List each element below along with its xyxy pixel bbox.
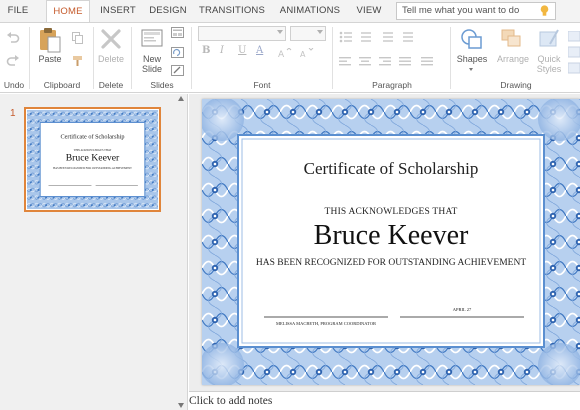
scroll-down-icon[interactable] — [178, 403, 184, 408]
italic-button[interactable]: I — [220, 45, 224, 56]
tab-animations[interactable]: ANIMATIONS — [275, 0, 345, 22]
paragraph-controls-icon[interactable] — [339, 31, 447, 73]
lightbulb-icon — [540, 5, 549, 16]
shapes-icon[interactable] — [460, 28, 484, 50]
notes-pane[interactable]: Click to add notes — [189, 391, 580, 410]
certificate-border-thumbnail: Certificate of Scholarship THIS ACKNOWLE… — [27, 110, 158, 209]
arrange-icon[interactable] — [500, 28, 524, 50]
arrange-label: Arrange — [496, 54, 530, 64]
tab-design[interactable]: DESIGN — [145, 0, 191, 22]
ribbon-separator — [191, 27, 192, 89]
quick-styles-label-2: Styles — [536, 64, 562, 74]
bold-button[interactable]: B — [202, 45, 210, 56]
ribbon-separator — [131, 27, 132, 89]
undo-group-label: Undo — [3, 80, 25, 90]
underline-button[interactable]: U — [238, 45, 246, 56]
font-color-button[interactable]: A — [256, 45, 263, 56]
ribbon-separator — [29, 27, 30, 89]
undo-icon[interactable] — [6, 32, 20, 44]
copy-icon[interactable] — [72, 32, 83, 44]
tab-file[interactable]: FILE — [0, 0, 36, 22]
tab-view[interactable]: VIEW — [352, 0, 386, 22]
drawing-group-label: Drawing — [500, 80, 532, 90]
recognition-text: HAS BEEN RECOGNIZED FOR OUTSTANDING ACHI… — [255, 258, 527, 268]
tab-insert[interactable]: INSERT — [94, 0, 142, 22]
font-family-select[interactable] — [198, 26, 286, 41]
chevron-down-icon — [317, 30, 323, 34]
date-text: APRIL 27 — [452, 307, 472, 312]
format-painter-icon[interactable] — [72, 55, 84, 67]
decrease-font-icon[interactable]: A — [300, 48, 314, 58]
svg-text:A: A — [300, 50, 306, 58]
paragraph-group-label: Paragraph — [372, 80, 412, 90]
delete-group-label: Delete — [98, 80, 124, 90]
ribbon-separator — [332, 27, 333, 89]
font-group-label: Font — [253, 80, 271, 90]
reset-slide-icon[interactable] — [171, 47, 184, 58]
delete-icon[interactable] — [100, 28, 122, 50]
certificate-title: Certificate of Scholarship — [303, 159, 479, 178]
new-slide-label-2: Slide — [141, 64, 162, 74]
clipboard-group-label: Clipboard — [43, 80, 81, 90]
shape-format-icons[interactable] — [568, 31, 580, 81]
thumbnail-scrollbar[interactable] — [176, 94, 187, 410]
delete-button-label: Delete — [97, 54, 124, 64]
ribbon-home: Undo Paste Clipboard Delete Delete New S… — [0, 22, 580, 93]
paste-label: Paste — [38, 54, 62, 64]
thumb-title: Certificate of Scholarship — [61, 133, 125, 140]
signer-text: MELISSA MACBETH, PROGRAM COORDINATOR — [276, 321, 376, 326]
chevron-down-icon — [469, 68, 473, 71]
tell-me-search[interactable]: Tell me what you want to do — [396, 2, 556, 20]
tab-home[interactable]: HOME — [46, 0, 90, 23]
shapes-label: Shapes — [456, 54, 488, 64]
slide-canvas[interactable]: Certificate of Scholarship THIS ACKNOWLE… — [202, 99, 580, 385]
recipient-name: Bruce Keever — [313, 220, 469, 251]
quick-styles-label-1: Quick — [537, 54, 561, 64]
slide-thumbnail-1[interactable]: Certificate of Scholarship THIS ACKNOWLE… — [24, 107, 161, 212]
tab-transitions[interactable]: TRANSITIONS — [196, 0, 268, 22]
slides-group-label: Slides — [150, 80, 174, 90]
new-slide-label-1: New — [142, 54, 161, 64]
increase-font-icon[interactable]: A — [278, 48, 292, 58]
quick-styles-icon[interactable] — [538, 28, 562, 50]
ribbon-separator — [450, 27, 451, 89]
acknowledges-text: THIS ACKNOWLEDGES THAT — [324, 207, 458, 217]
font-size-select[interactable] — [290, 26, 326, 41]
chevron-down-icon — [277, 30, 283, 34]
thumb-name: Bruce Keever — [66, 153, 120, 164]
section-icon[interactable] — [171, 65, 184, 76]
tell-me-placeholder: Tell me what you want to do — [402, 5, 520, 16]
paste-icon[interactable] — [38, 27, 62, 53]
ribbon-tab-bar: FILE HOME INSERT DESIGN TRANSITIONS ANIM… — [0, 0, 580, 23]
slide-number: 1 — [10, 108, 16, 119]
notes-placeholder: Click to add notes — [189, 395, 273, 407]
new-slide-icon[interactable] — [141, 27, 163, 49]
svg-text:A: A — [278, 50, 285, 58]
scroll-up-icon[interactable] — [178, 96, 184, 101]
layout-icon[interactable] — [171, 27, 184, 38]
thumb-recognition: HAS BEEN RECOGNIZED FOR OUTSTANDING ACHI… — [53, 167, 132, 170]
redo-icon[interactable] — [6, 55, 20, 67]
thumb-acknowledges: THIS ACKNOWLEDGES THAT — [74, 149, 112, 152]
